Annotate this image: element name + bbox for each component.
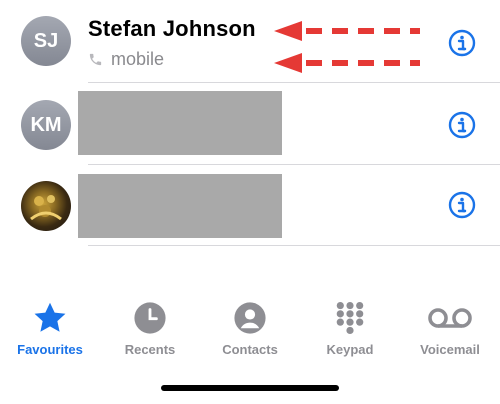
avatar: SJ — [21, 16, 71, 66]
avatar-initials: KM — [30, 113, 62, 136]
redacted-contact-info — [78, 174, 282, 238]
contact-subline: mobile — [88, 49, 164, 70]
phone-icon — [89, 53, 102, 66]
keypad-icon — [336, 301, 364, 335]
annotation-arrow — [274, 21, 420, 41]
info-icon[interactable] — [448, 111, 476, 139]
info-icon[interactable] — [448, 191, 476, 219]
clock-icon — [134, 302, 166, 334]
favourite-row[interactable] — [0, 164, 500, 246]
tab-label: Recents — [124, 342, 176, 357]
tab-label: Voicemail — [420, 342, 480, 357]
info-icon[interactable] — [448, 29, 476, 57]
tab-label: Favourites — [17, 342, 83, 357]
tab-label: Keypad — [326, 342, 374, 357]
favourite-row[interactable]: KM — [0, 82, 500, 164]
tab-favourites[interactable]: Favourites — [0, 300, 100, 357]
tab-label: Contacts — [222, 342, 278, 357]
avatar-photo — [21, 181, 71, 231]
redacted-contact-info — [78, 91, 282, 155]
voicemail-icon — [428, 308, 472, 328]
contact-name: Stefan Johnson — [88, 16, 256, 41]
tab-recents[interactable]: Recents — [100, 300, 200, 357]
annotation-arrow — [274, 53, 420, 73]
phone-label: mobile — [111, 49, 165, 69]
home-indicator — [161, 385, 339, 391]
favourite-row-stefan[interactable]: SJ Stefan Johnson mobile — [0, 0, 500, 82]
star-icon — [34, 302, 66, 332]
tab-bar: Favourites Recents Contacts Keypad Voice… — [0, 300, 500, 370]
tab-voicemail[interactable]: Voicemail — [400, 300, 500, 357]
person-circle-icon — [234, 302, 266, 334]
tab-keypad[interactable]: Keypad — [300, 300, 400, 357]
photo-image — [30, 195, 62, 221]
row-divider — [88, 245, 500, 246]
avatar-initials: SJ — [33, 29, 59, 52]
tab-contacts[interactable]: Contacts — [200, 300, 300, 357]
avatar: KM — [21, 100, 71, 150]
